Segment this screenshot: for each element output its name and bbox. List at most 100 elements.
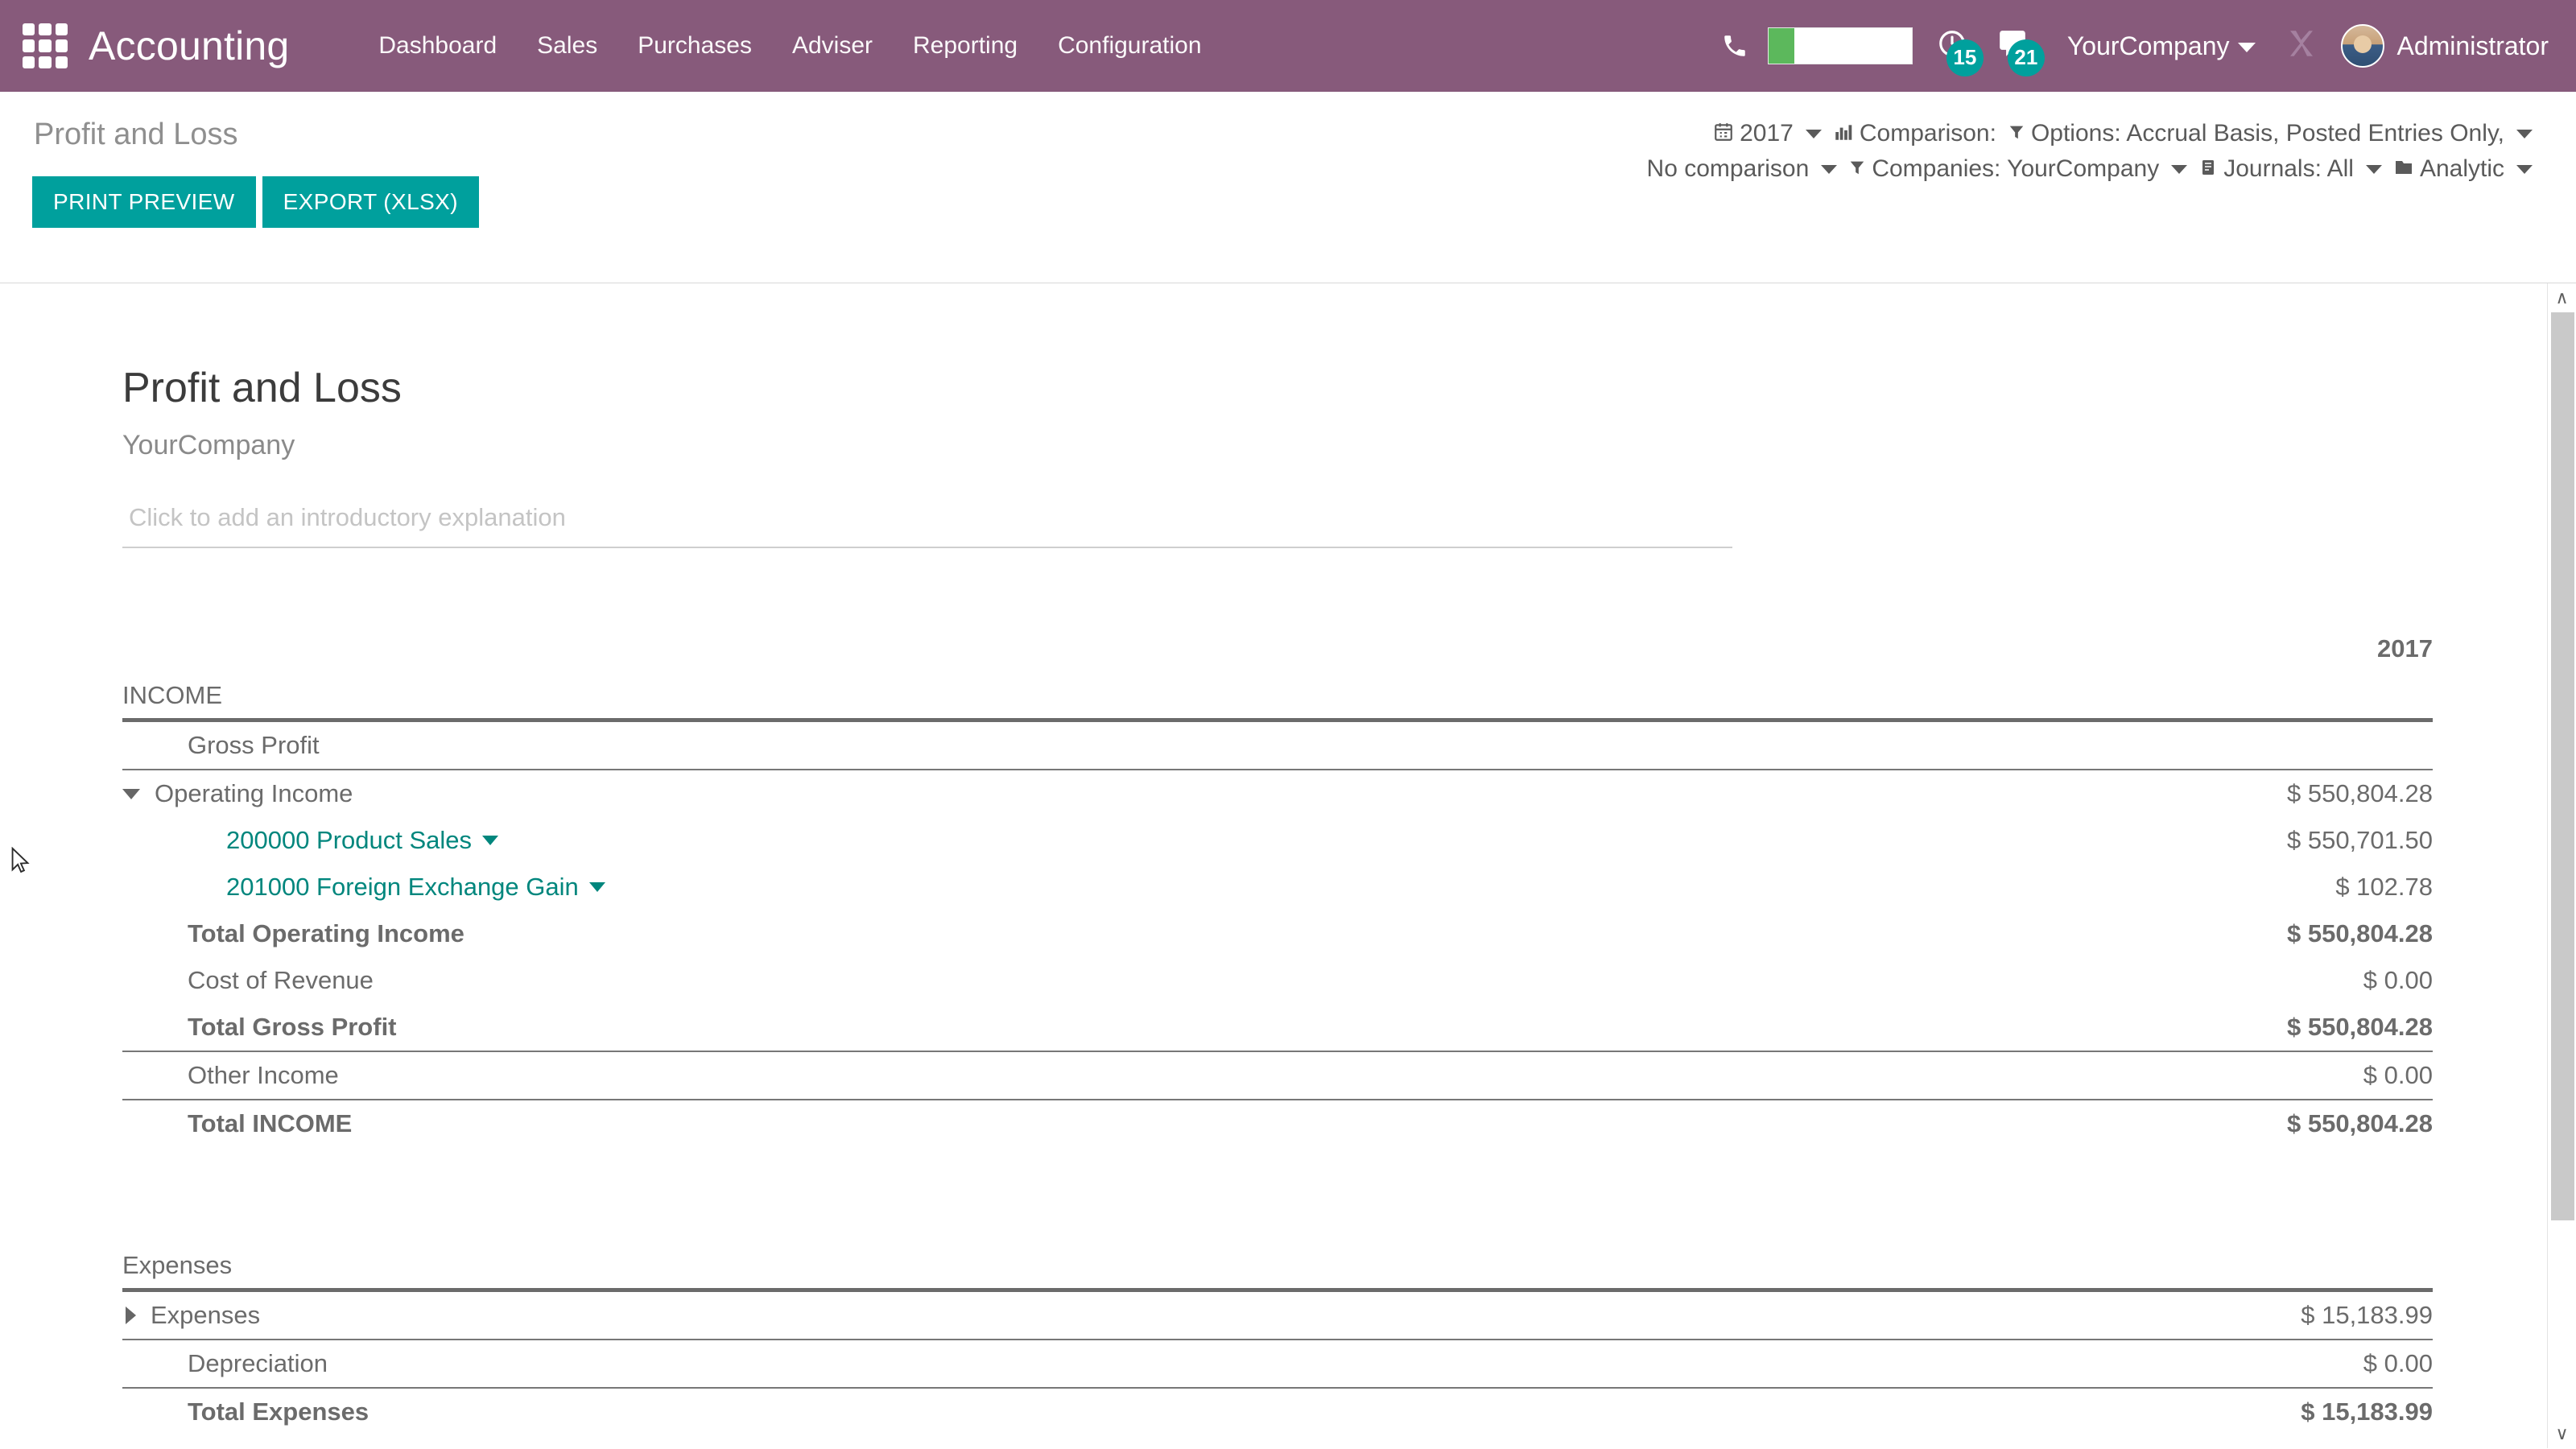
chevron-down-icon <box>2365 164 2382 174</box>
row-label-total-gross-profit: Total Gross Profit <box>122 1004 2014 1052</box>
top-navbar: Accounting Dashboard Sales Purchases Adv… <box>0 0 2576 92</box>
chevron-down-icon <box>482 836 499 845</box>
table-row[interactable]: Operating Income $ 550,804.28 <box>122 770 2433 817</box>
row-label-other-income: Other Income <box>122 1051 2014 1100</box>
company-switcher[interactable]: YourCompany <box>2046 31 2262 61</box>
progress-bar-widget[interactable] <box>1767 27 1913 64</box>
table-row[interactable]: 201000 Foreign Exchange Gain $ 102.78 <box>122 864 2433 910</box>
expenses-table: Expenses Expenses $ 15,183.99 Depreciati… <box>122 1242 2433 1435</box>
report-filter-bar: 2017 Comparison: Options: Accrual Basis,… <box>1232 116 2544 187</box>
apps-grid-cell <box>39 23 52 36</box>
funnel-icon <box>1848 157 1866 182</box>
table-row[interactable]: Depreciation $ 0.00 <box>122 1340 2433 1389</box>
row-label-product-sales: 200000 Product Sales <box>122 817 2014 864</box>
chevron-down-icon <box>1805 129 1822 138</box>
vertical-scrollbar[interactable]: ∧ ∨ <box>2547 283 2576 1448</box>
activity-clock-icon[interactable]: 15 <box>1926 28 1985 76</box>
row-label-expenses: Expenses <box>122 1288 2014 1340</box>
table-row[interactable]: Expenses $ 15,183.99 <box>122 1288 2433 1340</box>
row-amount-operating-income: $ 550,804.28 <box>2286 779 2433 807</box>
user-menu-label[interactable]: Administrator <box>2397 31 2557 61</box>
collapse-toggle-icon[interactable] <box>126 1307 136 1324</box>
menu-item-dashboard[interactable]: Dashboard <box>358 32 517 60</box>
row-amount-total-gross-profit: $ 550,804.28 <box>2014 1004 2433 1052</box>
scrollbar-thumb[interactable] <box>2551 312 2574 1220</box>
journals-filter-label: Journals: All <box>2223 155 2354 182</box>
row-amount-product-sales: $ 550,701.50 <box>2286 826 2433 854</box>
analytic-filter[interactable]: Analytic <box>2393 151 2544 187</box>
messages-chat-icon[interactable]: 21 <box>1985 28 2046 76</box>
row-label-operating-income: Operating Income <box>122 770 2014 817</box>
folder-icon <box>2393 158 2414 181</box>
table-row[interactable]: Total Operating Income $ 550,804.28 <box>122 910 2433 957</box>
scroll-down-arrow-icon[interactable]: ∨ <box>2548 1419 2576 1448</box>
date-filter[interactable]: 2017 <box>1713 116 1833 151</box>
menu-item-sales[interactable]: Sales <box>517 32 617 60</box>
row-amount-foreign-exchange-gain: $ 102.78 <box>2335 873 2433 901</box>
row-label-depreciation: Depreciation <box>122 1340 2014 1389</box>
table-row[interactable]: Gross Profit <box>122 718 2433 770</box>
chevron-down-icon <box>2237 43 2256 53</box>
apps-grid-cell <box>23 56 35 68</box>
table-row[interactable]: Total INCOME $ 550,804.28 <box>122 1100 2433 1147</box>
menu-item-adviser[interactable]: Adviser <box>772 32 893 60</box>
account-link-201000[interactable]: 201000 Foreign Exchange Gain <box>226 873 605 902</box>
developer-tools-icon[interactable] <box>2262 27 2341 66</box>
table-row[interactable]: Other Income $ 0.00 <box>122 1051 2433 1100</box>
row-label-gross-profit: Gross Profit <box>122 718 2014 770</box>
export-xlsx-button[interactable]: EXPORT (XLSX) <box>262 176 479 228</box>
no-comparison-filter[interactable]: No comparison <box>1647 151 1849 187</box>
section-header-expenses-amount <box>2014 1242 2433 1290</box>
filter-row-bottom: No comparison Companies: YourCompany Jou… <box>1232 151 2544 187</box>
scrollbar-track[interactable] <box>2551 312 2574 1419</box>
row-label-cost-of-revenue: Cost of Revenue <box>188 966 374 994</box>
expand-toggle-icon[interactable] <box>122 788 140 799</box>
company-switcher-label: YourCompany <box>2066 31 2230 60</box>
menu-item-reporting[interactable]: Reporting <box>893 32 1038 60</box>
row-amount-total-expenses: $ 15,183.99 <box>2301 1397 2433 1426</box>
section-header-income-amount <box>2014 672 2433 720</box>
apps-grid-cell <box>23 23 35 36</box>
intro-explanation-input[interactable]: Click to add an introductory explanation <box>122 497 1732 548</box>
apps-grid-cell <box>23 39 35 52</box>
app-brand-title[interactable]: Accounting <box>89 23 289 69</box>
menu-item-configuration[interactable]: Configuration <box>1038 32 1221 60</box>
options-filter[interactable]: Options: Accrual Basis, Posted Entries O… <box>2008 116 2544 151</box>
apps-grid-cell <box>39 39 52 52</box>
row-label-foreign-exchange-gain: 201000 Foreign Exchange Gain <box>122 864 2014 910</box>
section-header-expenses-label: Expenses <box>122 1251 233 1279</box>
control-panel: Profit and Loss PRINT PREVIEW EXPORT (XL… <box>0 92 2576 283</box>
section-header-income: INCOME <box>122 672 2433 720</box>
phone-icon[interactable] <box>1705 32 1765 60</box>
section-header-expenses: Expenses <box>122 1242 2433 1290</box>
navbar-right-tools: 15 21 YourCompany Administrator <box>1705 0 2557 92</box>
table-row[interactable]: 200000 Product Sales $ 550,701.50 <box>122 817 2433 864</box>
table-row[interactable]: Total Expenses $ 15,183.99 <box>122 1388 2433 1435</box>
journals-filter[interactable]: Journals: All <box>2198 151 2393 187</box>
intro-explanation-placeholder: Click to add an introductory explanation <box>129 503 566 531</box>
row-label-total-operating-income: Total Operating Income <box>188 919 464 947</box>
row-amount-other-income: $ 0.00 <box>2014 1051 2433 1100</box>
apps-grid-cell <box>55 23 68 36</box>
companies-filter[interactable]: Companies: YourCompany <box>1848 151 2198 187</box>
report-scroll-area: Profit and Loss YourCompany Click to add… <box>0 283 2576 1448</box>
companies-filter-label: Companies: YourCompany <box>1872 155 2160 182</box>
progress-bar-fill <box>1768 28 1794 64</box>
bar-chart-icon <box>1833 122 1854 147</box>
row-amount-depreciation: $ 0.00 <box>2014 1340 2433 1389</box>
chevron-down-icon <box>588 882 605 892</box>
options-filter-label: Options: Accrual Basis, Posted Entries O… <box>2030 120 2504 147</box>
comparison-filter-label: Comparison: <box>1859 120 1996 147</box>
activity-count-badge: 15 <box>1946 39 1984 76</box>
row-label-total-income: Total INCOME <box>188 1109 353 1137</box>
print-preview-button[interactable]: PRINT PREVIEW <box>32 176 256 228</box>
user-avatar[interactable] <box>2340 24 2384 68</box>
account-link-200000[interactable]: 200000 Product Sales <box>226 826 499 855</box>
table-row[interactable]: Cost of Revenue $ 0.00 <box>122 957 2433 1004</box>
row-label-total-expenses: Total Expenses <box>188 1397 369 1426</box>
table-row[interactable]: Total Gross Profit $ 550,804.28 <box>122 1004 2433 1052</box>
scroll-up-arrow-icon[interactable]: ∧ <box>2548 283 2576 312</box>
menu-item-purchases[interactable]: Purchases <box>617 32 772 60</box>
apps-grid-icon[interactable] <box>23 23 68 68</box>
